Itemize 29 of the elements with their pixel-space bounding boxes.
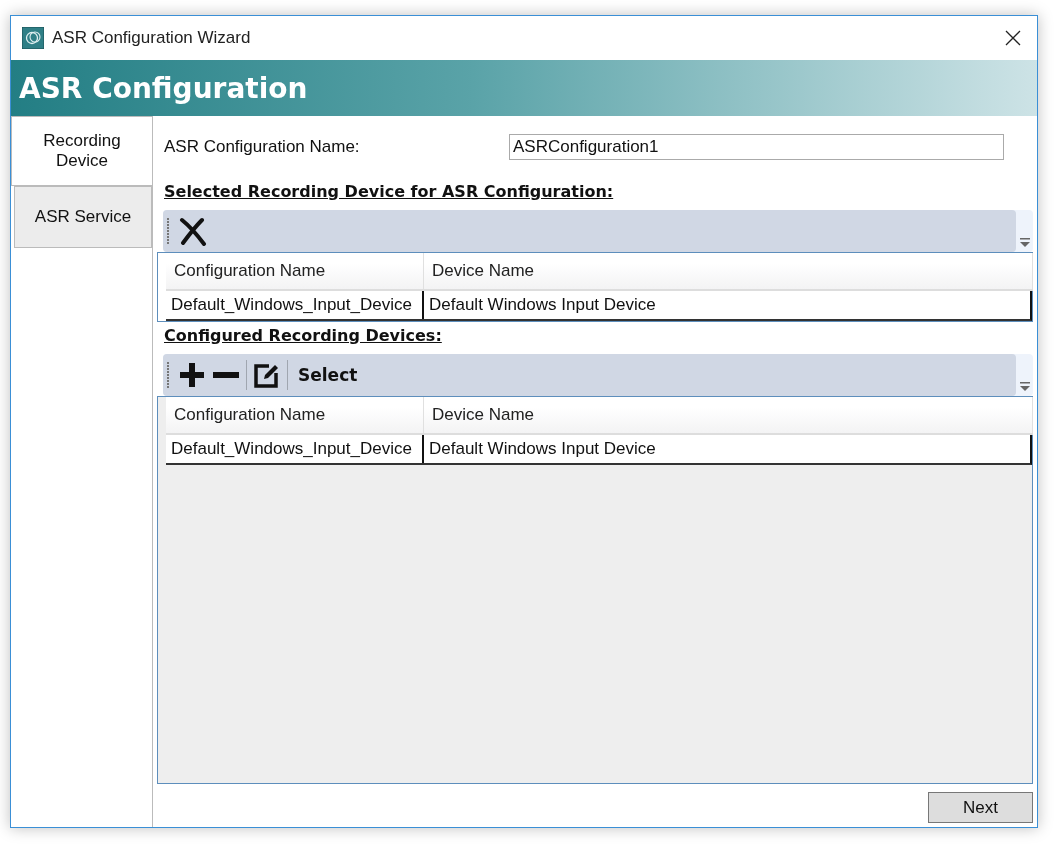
x-icon[interactable] — [178, 216, 208, 246]
plus-icon[interactable] — [178, 361, 206, 389]
column-header[interactable]: Configuration Name — [166, 253, 424, 289]
column-header[interactable]: Device Name — [424, 397, 1033, 433]
name-label: ASR Configuration Name: — [164, 137, 361, 157]
table-cell: Default_Windows_Input_Device — [166, 291, 424, 319]
side-tab[interactable]: Recording Device — [11, 116, 152, 186]
header-title: ASR Configuration — [19, 71, 308, 105]
table-cell: Default_Windows_Input_Device — [166, 435, 424, 463]
select-button[interactable]: Select — [294, 365, 358, 385]
grid-row[interactable]: Default_Windows_Input_Device Default Windows Input Device — [166, 291, 1032, 321]
section-title: Selected Recording Device for ASR Configuration: — [163, 180, 615, 203]
name-field[interactable]: ASRConfiguration1 — [509, 134, 1004, 160]
column-header[interactable]: Configuration Name — [166, 397, 424, 433]
section-title: Configured Recording Devices: — [163, 324, 443, 347]
column-header[interactable]: Device Name — [424, 253, 1033, 289]
overflow-icon[interactable] — [1020, 382, 1030, 392]
grip-icon[interactable] — [167, 362, 170, 388]
table-cell-text: Default Windows Input Device — [428, 294, 657, 316]
chat-bubbles-icon — [22, 27, 44, 49]
close-icon[interactable] — [1005, 30, 1021, 46]
overflow-icon[interactable] — [1020, 238, 1030, 248]
grip-icon[interactable] — [167, 218, 170, 244]
next-button[interactable]: Next — [928, 792, 1033, 823]
side-tab[interactable]: ASR Service — [14, 186, 152, 248]
table-cell-text: Default Windows Input Device — [428, 438, 657, 460]
edit-icon[interactable] — [253, 361, 281, 389]
grid-row[interactable]: Default_Windows_Input_Device Default Windows Input Device — [166, 435, 1032, 465]
window-title: ASR Configuration Wizard — [52, 28, 252, 48]
